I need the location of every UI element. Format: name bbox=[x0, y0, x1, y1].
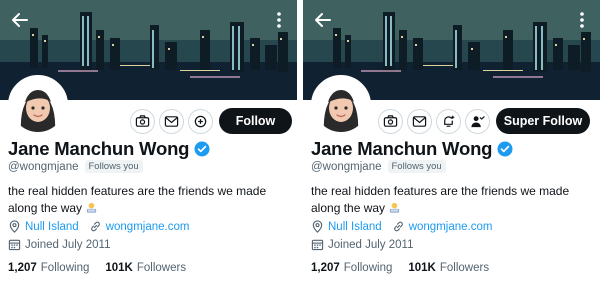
link-icon bbox=[393, 221, 403, 232]
follow-button[interactable]: Follow bbox=[219, 108, 292, 134]
location-website-row: Null Island wongmjane.com bbox=[311, 220, 492, 233]
location-link[interactable]: Null Island bbox=[328, 221, 382, 233]
following-stat[interactable]: 1,207 Following bbox=[311, 262, 392, 274]
follow-stats-row: 1,207 Following 101K Followers bbox=[311, 262, 489, 274]
profile-panel-super-follow: Super Follow Jane Manchun Wong @wongmjan… bbox=[303, 0, 600, 295]
following-count: 1,207 bbox=[8, 262, 37, 274]
memoji-avatar-image bbox=[314, 78, 368, 132]
bio-text: the real hidden features are the friends… bbox=[311, 184, 570, 215]
profile-action-row: Super Follow bbox=[378, 108, 590, 134]
followers-count: 101K bbox=[408, 262, 436, 274]
verified-badge-icon bbox=[194, 141, 210, 157]
avatar[interactable] bbox=[311, 75, 371, 135]
followers-label: Followers bbox=[439, 262, 490, 274]
link-icon bbox=[90, 221, 100, 232]
profile-handle: @wongmjane bbox=[8, 160, 79, 173]
joined-date: Joined July 2011 bbox=[328, 238, 414, 251]
location-pin-icon bbox=[9, 220, 20, 233]
super-follow-button[interactable]: Super Follow bbox=[496, 108, 590, 134]
mail-icon[interactable] bbox=[159, 108, 184, 134]
follows-you-badge: Follows you bbox=[387, 160, 446, 173]
followers-stat[interactable]: 101K Followers bbox=[105, 262, 186, 274]
profile-name-row: Jane Manchun Wong bbox=[311, 138, 513, 160]
profile-name: Jane Manchun Wong bbox=[8, 138, 190, 159]
joined-row: Joined July 2011 bbox=[311, 238, 413, 251]
super-follow-person-icon[interactable] bbox=[465, 108, 490, 134]
profile-name-row: Jane Manchun Wong bbox=[8, 138, 210, 160]
following-count: 1,207 bbox=[311, 262, 340, 274]
technologist-emoji-icon bbox=[388, 201, 401, 214]
calendar-icon bbox=[8, 239, 21, 251]
following-label: Following bbox=[343, 262, 393, 274]
profile-action-row: Follow bbox=[130, 108, 292, 134]
more-options-icon[interactable] bbox=[269, 8, 289, 32]
follow-stats-row: 1,207 Following 101K Followers bbox=[8, 262, 186, 274]
profile-bio: the real hidden features are the friends… bbox=[8, 183, 294, 217]
back-arrow-icon[interactable] bbox=[311, 8, 335, 32]
follows-you-badge: Follows you bbox=[84, 160, 143, 173]
joined-date: Joined July 2011 bbox=[25, 238, 111, 251]
website-link[interactable]: wongmjane.com bbox=[106, 221, 190, 233]
followers-label: Followers bbox=[136, 262, 187, 274]
add-circle-icon[interactable] bbox=[188, 108, 213, 134]
profile-bio: the real hidden features are the friends… bbox=[311, 183, 597, 217]
handle-row: @wongmjane Follows you bbox=[8, 160, 143, 173]
back-arrow-icon[interactable] bbox=[8, 8, 32, 32]
more-options-icon[interactable] bbox=[572, 8, 592, 32]
bio-text: the real hidden features are the friends… bbox=[8, 184, 267, 215]
memoji-avatar-image bbox=[11, 78, 65, 132]
following-stat[interactable]: 1,207 Following bbox=[8, 262, 89, 274]
profile-name: Jane Manchun Wong bbox=[311, 138, 493, 159]
camera-icon[interactable] bbox=[130, 108, 155, 134]
location-pin-icon bbox=[312, 220, 323, 233]
verified-badge-icon bbox=[497, 141, 513, 157]
avatar[interactable] bbox=[8, 75, 68, 135]
joined-row: Joined July 2011 bbox=[8, 238, 110, 251]
profile-handle: @wongmjane bbox=[311, 160, 382, 173]
calendar-icon bbox=[311, 239, 324, 251]
location-website-row: Null Island wongmjane.com bbox=[8, 220, 189, 233]
mail-icon[interactable] bbox=[407, 108, 432, 134]
camera-icon[interactable] bbox=[378, 108, 403, 134]
followers-stat[interactable]: 101K Followers bbox=[408, 262, 489, 274]
handle-row: @wongmjane Follows you bbox=[311, 160, 446, 173]
following-label: Following bbox=[40, 262, 90, 274]
bell-plus-icon[interactable] bbox=[436, 108, 461, 134]
profile-panel-follow: Follow Jane Manchun Wong @wongmjane Foll… bbox=[0, 0, 297, 295]
location-link[interactable]: Null Island bbox=[25, 221, 79, 233]
technologist-emoji-icon bbox=[85, 201, 98, 214]
followers-count: 101K bbox=[105, 262, 133, 274]
website-link[interactable]: wongmjane.com bbox=[409, 221, 493, 233]
